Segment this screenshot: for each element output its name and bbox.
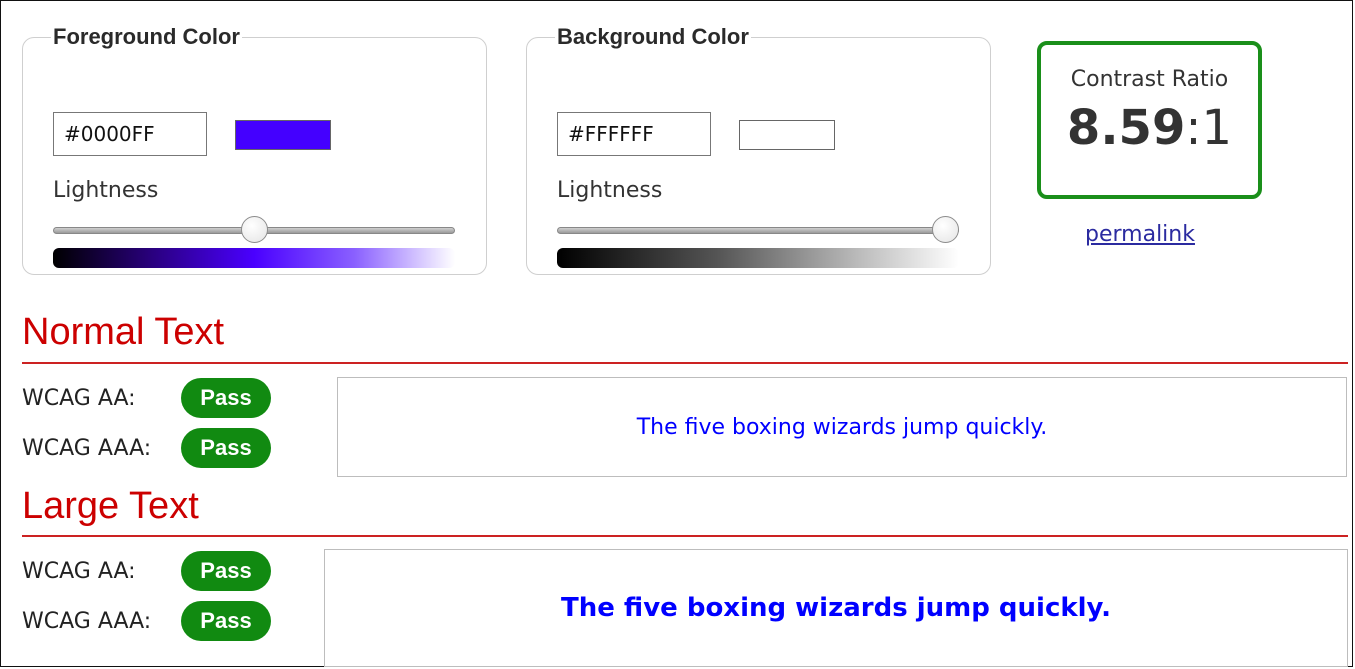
foreground-hex-input[interactable] (53, 112, 207, 156)
large-wcag-aa-label: WCAG AA: (22, 559, 136, 584)
background-lightness-slider-track[interactable] (557, 227, 959, 234)
background-lightness-gradient (557, 248, 959, 268)
foreground-color-legend: Foreground Color (53, 24, 240, 49)
normal-text-divider (22, 362, 1348, 364)
normal-wcag-aaa-pass-badge: Pass (181, 428, 271, 468)
large-text-sample-box: The five boxing wizards jump quickly. (324, 549, 1348, 667)
foreground-color-panel: Foreground Color Lightness (22, 24, 487, 275)
normal-wcag-aa-label: WCAG AA: (22, 386, 136, 411)
large-text-sample: The five boxing wizards jump quickly. (561, 593, 1111, 623)
foreground-lightness-gradient (53, 248, 455, 268)
background-lightness-label: Lightness (557, 178, 663, 203)
large-wcag-aaa-label: WCAG AAA: (22, 609, 152, 634)
normal-text-heading: Normal Text (22, 311, 225, 353)
large-text-heading: Large Text (22, 485, 199, 527)
background-color-swatch[interactable] (739, 120, 835, 150)
large-wcag-aaa-pass-badge: Pass (181, 601, 271, 641)
permalink-link[interactable]: permalink (1085, 222, 1195, 247)
large-text-divider (22, 535, 1348, 537)
large-wcag-aa-pass-badge: Pass (181, 551, 271, 591)
background-color-legend: Background Color (557, 24, 749, 49)
normal-text-sample-box: The five boxing wizards jump quickly. (337, 377, 1347, 477)
foreground-color-swatch[interactable] (235, 120, 331, 150)
background-lightness-slider-thumb[interactable] (932, 216, 959, 243)
contrast-ratio-box: Contrast Ratio 8.59:1 (1037, 41, 1262, 199)
contrast-ratio-suffix: :1 (1185, 100, 1233, 156)
contrast-ratio-label: Contrast Ratio (1070, 67, 1229, 92)
background-color-panel: Background Color Lightness (526, 24, 991, 275)
foreground-lightness-label: Lightness (53, 178, 159, 203)
contrast-ratio-number: 8.59 (1066, 100, 1186, 156)
normal-wcag-aa-pass-badge: Pass (181, 378, 271, 418)
normal-text-sample: The five boxing wizards jump quickly. (636, 414, 1048, 440)
normal-wcag-aaa-label: WCAG AAA: (22, 436, 152, 461)
background-hex-input[interactable] (557, 112, 711, 156)
contrast-ratio-value: 8.59:1 (1041, 100, 1258, 156)
foreground-lightness-slider-thumb[interactable] (240, 216, 268, 243)
